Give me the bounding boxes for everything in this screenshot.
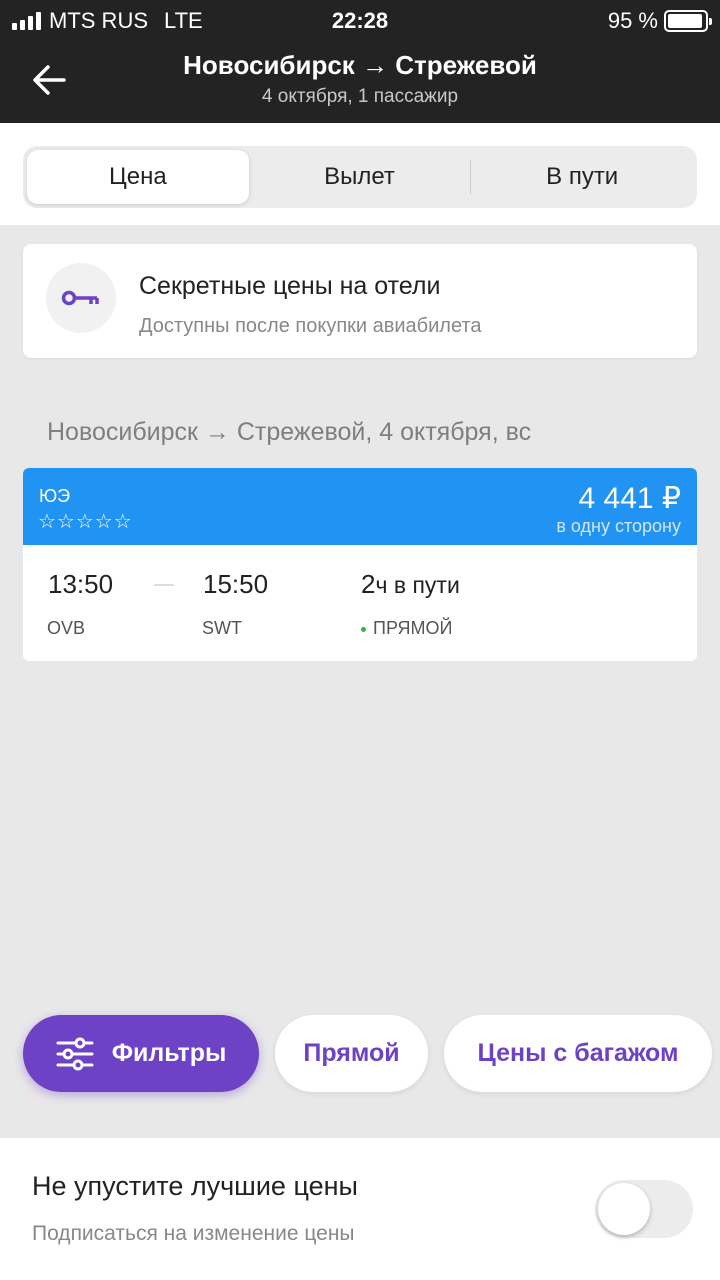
status-right: 95 % — [607, 8, 712, 34]
tab-departure[interactable]: Вылет — [249, 150, 471, 204]
ticket-header: ЮЭ ☆☆☆☆☆ 4 441 ₽ в одну сторону — [23, 468, 697, 545]
hotel-promo-title: Секретные цены на отели — [139, 272, 441, 300]
page-subtitle: 4 октября, 1 пассажир — [261, 86, 459, 107]
rating-stars: ☆☆☆☆☆ — [38, 511, 133, 533]
direct-dot-icon — [361, 626, 366, 632]
toggle-knob — [598, 1183, 650, 1235]
key-icon — [61, 290, 99, 306]
stops-label: ПРЯМОЙ — [373, 618, 453, 638]
price-subscribe-panel: Не упустите лучшие цены Подписаться на и… — [0, 1138, 720, 1280]
arrive-airport: SWT — [202, 618, 242, 638]
tab-price[interactable]: Цена — [27, 150, 249, 204]
status-bar: MTS RUS LTE 22:28 95 % — [0, 0, 720, 40]
subscribe-title: Не упустите лучшие цены — [32, 1171, 358, 1201]
ticket-price: 4 441 ₽ — [578, 482, 682, 515]
direct-filter-button[interactable]: Прямой — [275, 1015, 428, 1092]
app-header: Новосибирск → Стрежевой 4 октября, 1 пас… — [0, 40, 720, 123]
depart-time: 13:50 — [48, 569, 114, 599]
ticket-card[interactable]: ЮЭ ☆☆☆☆☆ 4 441 ₽ в одну сторону 13:50 15… — [23, 468, 697, 661]
depart-airport: OVB — [47, 618, 86, 638]
hotel-promo-subtitle: Доступны после покупки авиабилета — [139, 315, 482, 337]
filters-button[interactable]: Фильтры — [23, 1015, 259, 1092]
page-title: Новосибирск → Стрежевой — [183, 50, 537, 80]
battery-icon — [664, 10, 712, 32]
sliders-icon — [56, 1037, 94, 1070]
arrive-time: 15:50 — [203, 569, 269, 599]
battery-percent: 95 % — [607, 8, 658, 33]
duration-unit: ч в пути — [375, 572, 460, 598]
hotel-promo-card[interactable]: Секретные цены на отели Доступны после п… — [23, 244, 697, 358]
price-note: в одну сторону — [556, 516, 681, 536]
tab-duration[interactable]: В пути — [471, 150, 693, 204]
subscribe-toggle[interactable] — [595, 1180, 693, 1238]
route-date-label: Новосибирск → Стрежевой, 4 октября, вс — [47, 418, 532, 446]
time-dash — [154, 584, 174, 586]
key-icon-circle — [46, 263, 116, 333]
baggage-filter-button[interactable]: Цены с багажом — [444, 1015, 712, 1092]
airline-name: ЮЭ — [39, 486, 71, 506]
sort-bar: Цена Вылет В пути — [0, 123, 720, 225]
subscribe-subtitle: Подписаться на изменение цены — [32, 1222, 355, 1245]
sort-tabs: Цена Вылет В пути — [23, 146, 697, 208]
duration-hours: 2 — [361, 569, 376, 599]
stops-info: ПРЯМОЙ — [361, 618, 452, 639]
flight-duration: 2ч в пути — [361, 569, 460, 600]
filters-label: Фильтры — [111, 1039, 227, 1067]
